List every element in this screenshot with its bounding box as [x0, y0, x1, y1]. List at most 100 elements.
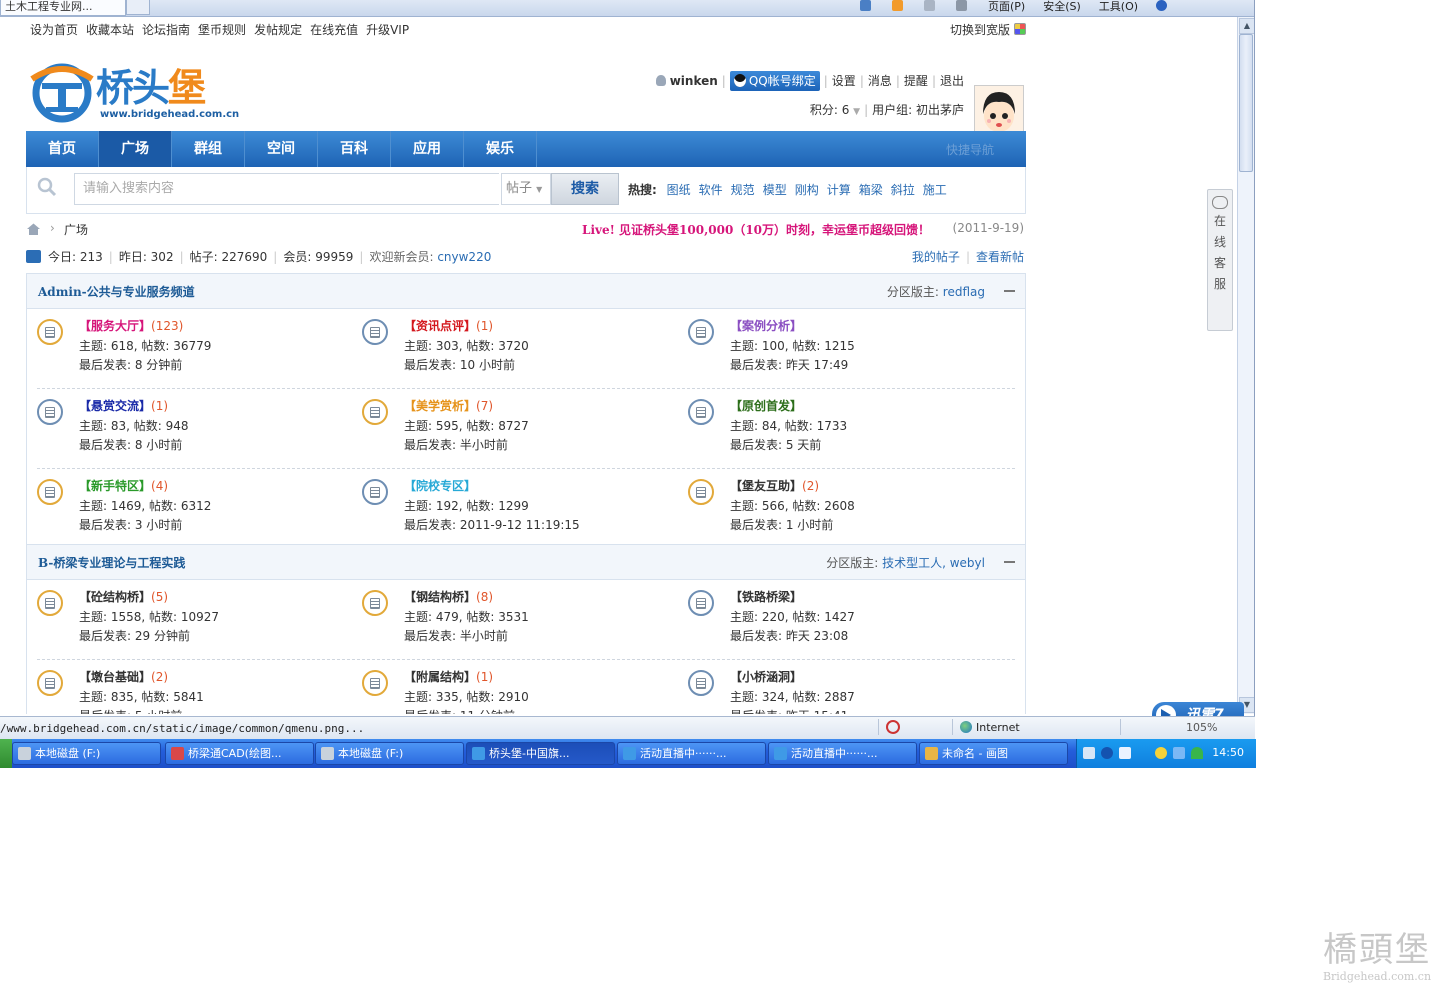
new-posts-link[interactable]: 查看新帖: [976, 250, 1024, 264]
search-type-select[interactable]: 帖子 ▼: [501, 173, 551, 205]
forum-new-posts-icon[interactable]: [37, 319, 63, 345]
forum-new-posts-icon[interactable]: [362, 670, 388, 696]
forum-last-post[interactable]: 最后发表: 2011-9-12 11:19:15: [404, 516, 580, 533]
print-icon[interactable]: [956, 0, 970, 15]
forum-last-post[interactable]: 最后发表: 8 分钟前: [79, 356, 182, 373]
forum-last-post[interactable]: 最后发表: 昨天 15:41: [730, 707, 848, 714]
new-tab-button[interactable]: [126, 0, 150, 15]
forum-name-link[interactable]: 【服务大厅】(123): [79, 317, 183, 334]
forum-name-link[interactable]: 【堡友互助】(2): [730, 477, 819, 494]
forum-name-link[interactable]: 【新手特区】(4): [79, 477, 168, 494]
forum-name-link[interactable]: 【砼结构桥】(5): [79, 588, 168, 605]
forum-icon[interactable]: [37, 399, 63, 425]
hot-word-link[interactable]: 软件: [699, 183, 723, 197]
messages-link[interactable]: 消息: [868, 74, 892, 88]
hot-word-link[interactable]: 箱梁: [859, 183, 883, 197]
browser-tab[interactable]: 土木工程专业网...: [0, 0, 126, 16]
points-dropdown[interactable]: 积分: 6 ▼: [810, 103, 860, 117]
forum-last-post[interactable]: 最后发表: 5 小时前: [79, 707, 182, 714]
announcement-link[interactable]: Live! 见证桥头堡100,000（10万）时刻，幸运堡币超级回馈！: [582, 221, 930, 238]
recharge-link[interactable]: 在线充值: [310, 23, 358, 37]
hot-word-link[interactable]: 施工: [923, 183, 947, 197]
moderator-link[interactable]: redflag: [943, 285, 985, 299]
forum-icon[interactable]: [362, 319, 388, 345]
forum-icon[interactable]: [688, 590, 714, 616]
safety-menu[interactable]: 安全(S): [1043, 0, 1081, 15]
posting-rules-link[interactable]: 发帖规定: [254, 23, 302, 37]
scrollbar-thumb[interactable]: [1239, 34, 1253, 172]
vertical-scrollbar[interactable]: ▲ ▼: [1237, 17, 1255, 714]
forum-last-post[interactable]: 最后发表: 半小时前: [404, 436, 508, 453]
forum-name-link[interactable]: 【案例分析】: [730, 317, 802, 334]
monitor-icon[interactable]: [1119, 747, 1131, 759]
taskbar-button[interactable]: 未命名 - 画图: [919, 742, 1068, 765]
clock[interactable]: 14:50: [1212, 746, 1244, 759]
user-group[interactable]: 用户组: 初出茅庐: [872, 103, 964, 117]
taskbar-button[interactable]: 桥头堡-中国旗...: [466, 742, 615, 765]
avatar[interactable]: [974, 85, 1024, 135]
forum-icon[interactable]: [688, 319, 714, 345]
hot-word-link[interactable]: 模型: [763, 183, 787, 197]
taskbar-button[interactable]: 活动直播中······...: [617, 742, 766, 765]
nav-plaza[interactable]: 广场: [99, 131, 172, 167]
forum-name-link[interactable]: 【资讯点评】(1): [404, 317, 493, 334]
forum-guide-link[interactable]: 论坛指南: [142, 23, 190, 37]
site-logo[interactable]: 桥头堡 www.bridgehead.com.cn: [28, 57, 239, 123]
forum-new-posts-icon[interactable]: [37, 590, 63, 616]
forum-name-link[interactable]: 【原创首发】: [730, 397, 802, 414]
nav-groups[interactable]: 群组: [172, 131, 245, 167]
forum-last-post[interactable]: 最后发表: 半小时前: [404, 627, 508, 644]
set-homepage-link[interactable]: 设为首页: [30, 23, 78, 37]
quick-nav-menu[interactable]: 快捷导航: [946, 141, 994, 158]
collapse-icon[interactable]: [1004, 561, 1015, 563]
online-service-tab[interactable]: 在 线 客 服: [1207, 189, 1233, 331]
forum-name-link[interactable]: 【钢结构桥】(8): [404, 588, 493, 605]
chevron-left-icon[interactable]: [1101, 747, 1113, 759]
color-scheme-icon[interactable]: [1014, 23, 1026, 35]
coin-rules-link[interactable]: 堡币规则: [198, 23, 246, 37]
forum-last-post[interactable]: 最后发表: 3 小时前: [79, 516, 182, 533]
forum-name-link[interactable]: 【院校专区】: [404, 477, 476, 494]
forum-last-post[interactable]: 最后发表: 8 小时前: [79, 436, 182, 453]
forum-name-link[interactable]: 【美学赏析】(7): [404, 397, 493, 414]
forum-last-post[interactable]: 最后发表: 1 小时前: [730, 516, 833, 533]
qq-bind-button[interactable]: QQ帐号绑定: [729, 71, 820, 91]
section-title[interactable]: Admin-公共与专业服务频道: [38, 283, 195, 300]
taskbar-button[interactable]: 活动直播中······...: [768, 742, 917, 765]
nav-space[interactable]: 空间: [245, 131, 318, 167]
forum-name-link[interactable]: 【小桥涵洞】: [730, 668, 802, 685]
keyboard-icon[interactable]: [1083, 747, 1095, 759]
home-icon[interactable]: [860, 0, 874, 15]
my-posts-link[interactable]: 我的帖子: [912, 250, 960, 264]
umbrella-icon[interactable]: [1191, 747, 1203, 759]
forum-new-posts-icon[interactable]: [688, 479, 714, 505]
hot-word-link[interactable]: 规范: [731, 183, 755, 197]
start-button[interactable]: [0, 739, 12, 768]
settings-link[interactable]: 设置: [832, 74, 856, 88]
hot-word-link[interactable]: 计算: [827, 183, 851, 197]
widescreen-toggle[interactable]: 切换到宽版: [950, 21, 1026, 38]
collapse-icon[interactable]: [1004, 290, 1015, 292]
home-icon[interactable]: [26, 223, 41, 235]
page-menu[interactable]: 页面(P): [988, 0, 1025, 15]
weather-icon[interactable]: [1155, 747, 1167, 759]
forum-last-post[interactable]: 最后发表: 昨天 23:08: [730, 627, 848, 644]
bookmark-link[interactable]: 收藏本站: [86, 23, 134, 37]
network-icon[interactable]: [1173, 747, 1185, 759]
help-icon[interactable]: [1156, 0, 1170, 15]
username-link[interactable]: winken: [670, 74, 718, 88]
nav-fun[interactable]: 娱乐: [464, 131, 537, 167]
taskbar-button[interactable]: 桥梁通CAD(绘图...: [165, 742, 314, 765]
hot-word-link[interactable]: 图纸: [667, 183, 691, 197]
zoom-level[interactable]: 105%: [1186, 721, 1217, 734]
hot-word-link[interactable]: 斜拉: [891, 183, 915, 197]
taskbar-button[interactable]: 本地磁盘 (F:): [315, 742, 464, 765]
forum-name-link[interactable]: 【铁路桥梁】: [730, 588, 802, 605]
scroll-up-icon[interactable]: ▲: [1239, 18, 1255, 34]
forum-name-link[interactable]: 【附属结构】(1): [404, 668, 493, 685]
newest-member-link[interactable]: cnyw220: [437, 250, 491, 264]
logout-link[interactable]: 退出: [940, 74, 964, 88]
hot-word-link[interactable]: 刚构: [795, 183, 819, 197]
search-input[interactable]: 请输入搜索内容: [74, 173, 499, 205]
forum-icon[interactable]: [688, 399, 714, 425]
